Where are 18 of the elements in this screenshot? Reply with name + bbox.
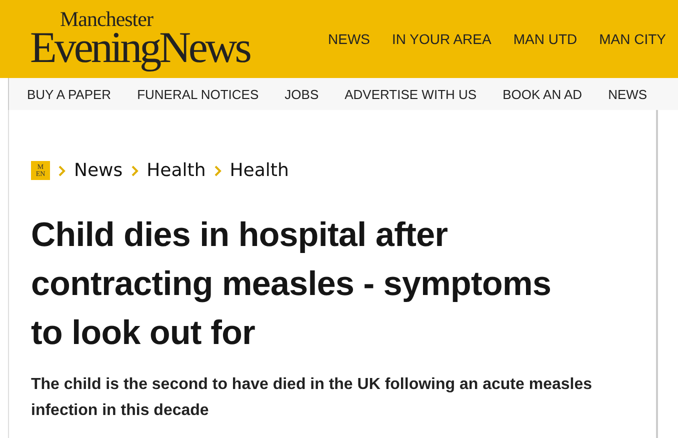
nav-link[interactable]: NEWS xyxy=(328,31,370,47)
chevron-icon xyxy=(214,164,222,176)
chevron-icon xyxy=(58,164,66,176)
chevron-icon xyxy=(130,164,139,176)
sub-nav-link[interactable]: BUY A PAPER xyxy=(27,86,112,102)
breadcrumb-link[interactable]: Health xyxy=(146,160,206,181)
breadcrumb-link[interactable]: Health xyxy=(230,160,289,181)
sub-nav-link[interactable]: BOOK AN AD xyxy=(502,86,582,102)
sub-nav-link[interactable]: JOBS xyxy=(284,86,319,102)
sub-nav-link[interactable]: FUNERAL NOTICES xyxy=(137,86,259,102)
sub-nav-link[interactable]: ADVERTISE WITH US xyxy=(344,86,477,102)
standfirst: The child is the second to have died in the UK following an acute measles infection in this decade xyxy=(31,375,593,421)
nav-link[interactable]: MAN CITY xyxy=(599,31,666,47)
nav-link[interactable]: IN YOUR AREA xyxy=(392,31,492,47)
headline: Child dies in hospital after contracting measles - symptoms to look out for xyxy=(31,215,552,354)
nav-link[interactable]: MAN UTD xyxy=(513,31,578,47)
sub-nav-link[interactable]: NEWS xyxy=(608,86,648,102)
breadcrumb-link[interactable]: News xyxy=(74,160,123,181)
